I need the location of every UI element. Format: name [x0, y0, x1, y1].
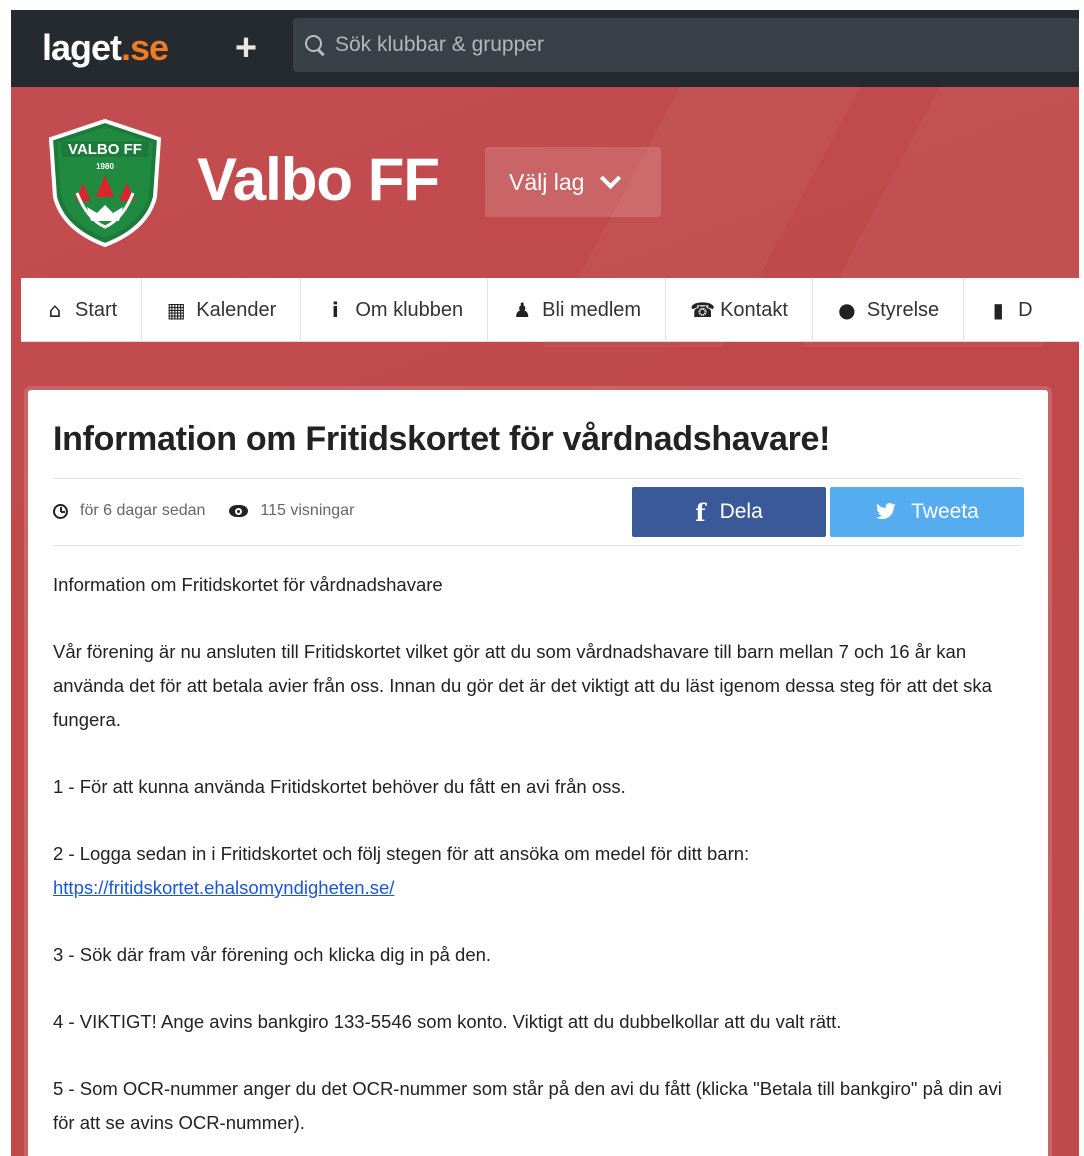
paragraph: Vår förening är nu ansluten till Fritids…: [53, 641, 992, 730]
nav-item-styrelse[interactable]: ● Styrelse: [813, 278, 965, 342]
info-icon: i: [331, 298, 339, 322]
team-select-dropdown[interactable]: Välj lag: [485, 147, 661, 217]
calendar-icon: ▦: [166, 298, 186, 322]
article-body: Information om Fritidskortet för vårdnad…: [53, 568, 1018, 1156]
person-icon: ♟: [513, 298, 532, 322]
nav-label: Om klubben: [355, 298, 464, 321]
club-crest-logo[interactable]: VALBO FF 1980: [47, 117, 163, 247]
user-icon: ●: [838, 298, 856, 322]
paragraph: 3 - Sök där fram vår förening och klicka…: [53, 944, 492, 965]
nav-label: Start: [75, 298, 118, 321]
clock-icon: [53, 503, 68, 519]
paragraph: Information om Fritidskortet för vårdnad…: [53, 574, 443, 595]
divider: [53, 478, 1023, 479]
home-icon: ⌂: [48, 298, 62, 322]
search-icon: [303, 33, 327, 57]
logo-tld: .se: [121, 27, 169, 68]
facebook-icon: f: [695, 497, 706, 527]
top-bar: laget.se +: [11, 10, 1079, 87]
crest-year: 1980: [96, 162, 114, 171]
article-meta: för 6 dagar sedan 115 visningar: [53, 502, 354, 520]
share-facebook-label: Dela: [719, 500, 763, 523]
paragraph-with-link: 2 - Logga sedan in i Fritidskortet och f…: [53, 837, 1018, 905]
laget-logo[interactable]: laget.se: [41, 22, 169, 74]
nav-label: Kontakt: [720, 298, 788, 321]
logo-main: laget: [42, 27, 122, 68]
nav-item-kontakt[interactable]: ☎ Kontakt: [666, 278, 813, 342]
nav-label: Styrelse: [866, 298, 940, 321]
divider: [53, 545, 1023, 546]
nav-item-d[interactable]: ▮ D: [964, 278, 1056, 342]
nav-label: D: [1018, 298, 1033, 321]
phone-icon: ☎: [690, 298, 715, 322]
article-title: Information om Fritidskortet för vårdnad…: [53, 420, 831, 458]
nav-item-kalender[interactable]: ▦ Kalender: [142, 278, 302, 342]
posted-time: för 6 dagar sedan: [80, 502, 206, 519]
view-count: 115 visningar: [260, 502, 355, 519]
eye-icon: [229, 505, 249, 517]
nav-item-om-klubben[interactable]: i Om klubben: [301, 278, 489, 342]
team-select-label: Välj lag: [509, 168, 585, 195]
twitter-icon: [876, 503, 897, 520]
paragraph: 5 - Som OCR-nummer anger du det OCR-numm…: [53, 1078, 1002, 1133]
crest-name: VALBO FF: [68, 141, 142, 158]
paragraph: 4 - VIKTIGT! Ange avins bankgiro 133-554…: [53, 1011, 842, 1032]
club-nav: ⌂ Start ▦ Kalender i Om klubben ♟ Bli me…: [21, 278, 1079, 342]
document-icon: ▮: [992, 298, 1004, 322]
search-bar[interactable]: [293, 18, 1079, 72]
nav-label: Bli medlem: [542, 298, 642, 321]
paragraph: 1 - För att kunna använda Fritidskortet …: [53, 776, 626, 797]
share-facebook-button[interactable]: f Dela: [632, 487, 826, 537]
article-card: Information om Fritidskortet för vårdnad…: [28, 390, 1048, 1156]
fritidskortet-link[interactable]: https://fritidskortet.ehalsomyndigheten.…: [53, 877, 394, 898]
paragraph-text: 2 - Logga sedan in i Fritidskortet och f…: [53, 843, 750, 864]
share-twitter-label: Tweeta: [911, 500, 979, 523]
page-frame: laget.se + VALBO FF 1980 Valbo FF Välj l…: [11, 10, 1079, 1156]
club-name: Valbo FF: [197, 146, 440, 213]
share-twitter-button[interactable]: Tweeta: [830, 487, 1024, 537]
nav-item-bli-medlem[interactable]: ♟ Bli medlem: [488, 278, 667, 342]
add-icon[interactable]: +: [231, 28, 261, 68]
nav-label: Kalender: [196, 298, 277, 321]
chevron-down-icon: [600, 171, 618, 189]
search-input[interactable]: [335, 33, 1035, 57]
nav-item-start[interactable]: ⌂ Start: [21, 278, 143, 342]
